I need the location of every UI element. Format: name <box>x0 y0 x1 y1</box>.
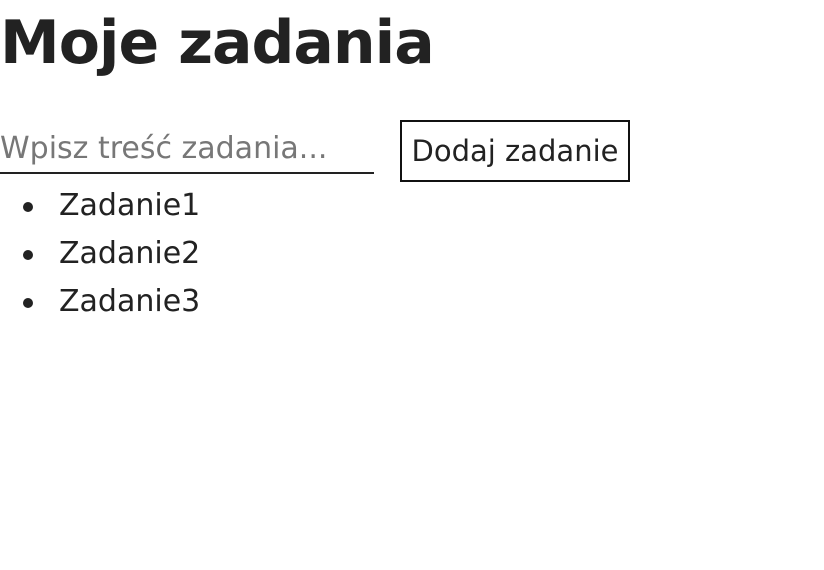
todo-page: Moje zadania Dodaj zadanie Zadanie1 Zada… <box>0 0 824 570</box>
add-task-button[interactable]: Dodaj zadanie <box>400 120 630 182</box>
bullet-icon <box>23 202 33 212</box>
page-title: Moje zadania <box>0 8 435 78</box>
bullet-icon <box>23 298 33 308</box>
bullet-icon <box>23 250 33 260</box>
task-list: Zadanie1 Zadanie2 Zadanie3 <box>0 184 200 328</box>
task-item: Zadanie2 <box>0 232 200 280</box>
task-label: Zadanie2 <box>59 236 201 271</box>
task-label: Zadanie3 <box>59 284 201 319</box>
task-item: Zadanie1 <box>0 184 200 232</box>
task-label: Zadanie1 <box>59 188 201 223</box>
task-input[interactable] <box>0 126 374 174</box>
task-item: Zadanie3 <box>0 280 200 328</box>
